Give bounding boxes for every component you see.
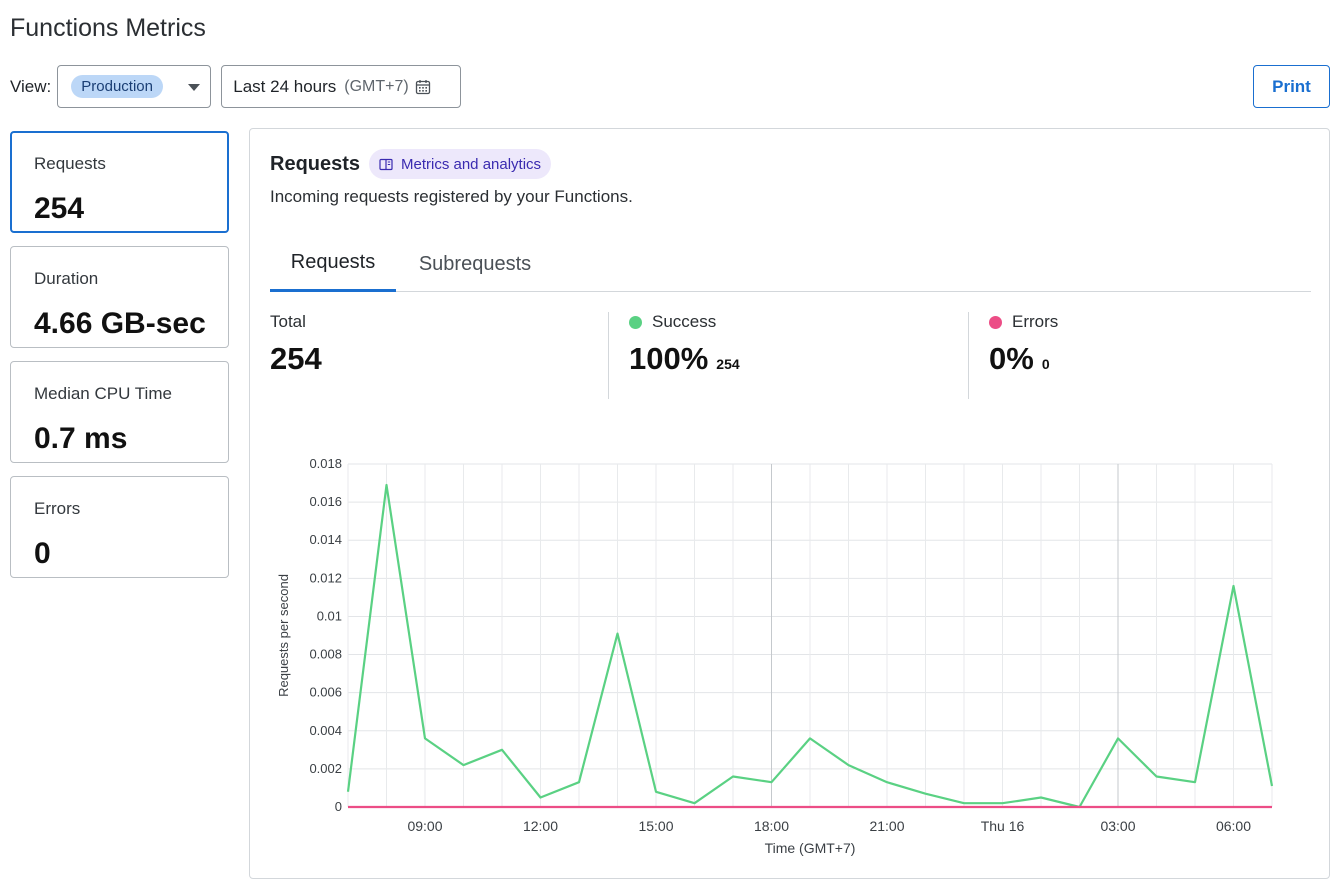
calendar-icon [415, 79, 430, 94]
page-title: Functions Metrics [10, 14, 206, 42]
y-tick-label: 0.006 [309, 685, 342, 700]
x-axis-label: Time (GMT+7) [765, 840, 856, 856]
metric-card-value: 4.66 GB-sec [34, 307, 206, 340]
y-tick-label: 0.012 [309, 570, 342, 585]
environment-select[interactable]: Production [57, 65, 212, 108]
metric-card-requests[interactable]: Requests 254 [10, 131, 229, 233]
y-tick-label: 0.002 [309, 761, 342, 776]
y-tick-label: 0.014 [309, 532, 342, 547]
metric-card-errors[interactable]: Errors 0 [10, 476, 229, 578]
x-tick-label: 06:00 [1216, 818, 1251, 834]
chevron-down-icon [188, 84, 201, 91]
x-tick-label: 18:00 [754, 818, 789, 834]
y-axis-label: Requests per second [276, 574, 291, 697]
y-tick-label: 0.008 [309, 647, 342, 662]
x-tick-label: 03:00 [1100, 818, 1135, 834]
y-tick-label: 0 [335, 799, 342, 814]
metric-card-value: 254 [34, 192, 85, 225]
view-label: View: [10, 76, 52, 96]
requests-panel: Requests Metrics and analytics Incoming … [249, 128, 1330, 879]
metric-card-label: Duration [34, 269, 99, 288]
date-range-label: Last 24 hours [233, 76, 337, 96]
metric-card-label: Requests [34, 154, 106, 173]
x-tick-label: 12:00 [523, 818, 558, 834]
x-tick-label: 15:00 [638, 818, 673, 834]
metric-card-value: 0.7 ms [34, 422, 128, 455]
y-tick-label: 0.016 [309, 494, 342, 509]
x-tick-label: Thu 16 [981, 818, 1025, 834]
y-tick-label: 0.018 [309, 456, 342, 471]
metric-card-median-cpu-time[interactable]: Median CPU Time 0.7 ms [10, 361, 229, 463]
environment-pill: Production [71, 75, 163, 98]
metric-card-duration[interactable]: Duration 4.66 GB-sec [10, 246, 229, 348]
requests-line-chart: 0 0.002 0.004 0.006 0.008 0.01 0.012 0.014 0.016… [276, 456, 1274, 856]
date-range-picker[interactable]: Last 24 hours (GMT+7) [221, 65, 462, 108]
metric-card-label: Errors [34, 499, 81, 518]
metric-card-value: 0 [34, 537, 51, 570]
metric-card-label: Median CPU Time [34, 384, 172, 403]
toolbar: View: Production Last 24 hours (GMT+7) [10, 65, 462, 108]
y-tick-label: 0.004 [309, 723, 342, 738]
timezone-label: (GMT+7) [344, 77, 409, 95]
x-tick-label: 21:00 [869, 818, 904, 834]
print-button[interactable]: Print [1253, 65, 1330, 108]
x-tick-label: 09:00 [407, 818, 442, 834]
y-tick-label: 0.01 [317, 608, 342, 623]
